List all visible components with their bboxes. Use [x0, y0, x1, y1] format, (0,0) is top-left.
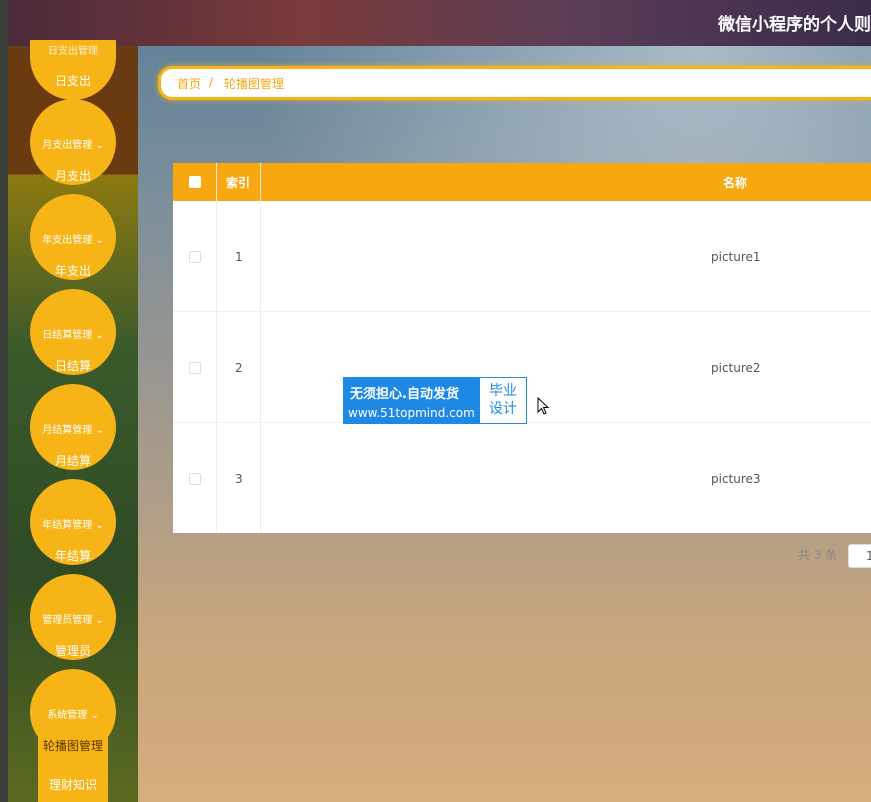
sidebar-child-nianjiesuan[interactable]: 年结算: [30, 547, 116, 564]
sidebar-parent-label: 管理员管理 ⌄: [42, 615, 104, 626]
ad-line1: 无须担心.自动发货: [350, 387, 459, 402]
header-index: 索引: [226, 176, 251, 190]
sidebar-child-knowledge[interactable]: 理财知识: [30, 776, 116, 793]
pagination-page-number: 1: [866, 549, 871, 563]
pagination-page[interactable]: 1: [848, 544, 871, 568]
breadcrumb: 首页 / 轮播图管理: [158, 66, 871, 100]
data-table: 索引 名称 1 picture1 2 picture2 3 picture3: [173, 163, 871, 533]
sidebar-parent-label: 月支出管理 ⌄: [42, 140, 104, 151]
row-checkbox[interactable]: [189, 362, 201, 374]
row-checkbox[interactable]: [189, 251, 201, 263]
sidebar-parent-label: 月结算管理 ⌄: [42, 425, 104, 436]
row-name: picture1: [711, 250, 761, 264]
header-name: 名称: [723, 176, 748, 190]
sidebar-parent-label: 日结算管理 ⌄: [42, 330, 104, 341]
table-row[interactable]: 3 picture3: [173, 423, 871, 533]
sidebar-child-admin[interactable]: 管理员: [30, 642, 116, 659]
select-all-checkbox[interactable]: [189, 176, 201, 188]
row-index: 3: [235, 472, 243, 486]
row-index: 1: [235, 250, 243, 264]
mouse-cursor-icon: [537, 397, 549, 415]
ad-line2: www.51topmind.com: [348, 406, 475, 420]
ad-badge: 毕业 设计: [480, 378, 526, 423]
sidebar-child-yuejiesuan[interactable]: 月结算: [30, 452, 116, 469]
sidebar-child-rijiesuan[interactable]: 日结算: [30, 357, 116, 374]
sidebar-child-nianzhichu[interactable]: 年支出: [30, 262, 116, 279]
sidebar-top-partial: 日支出管理: [48, 46, 98, 57]
breadcrumb-separator: /: [209, 75, 214, 89]
row-checkbox[interactable]: [189, 473, 201, 485]
pagination-total: 共 3 条: [798, 548, 838, 562]
ad-badge-line2: 设计: [489, 401, 517, 417]
table-row[interactable]: 1 picture1: [173, 201, 871, 312]
app-title: 微信小程序的个人则: [718, 15, 871, 35]
sidebar-parent-label: 年支出管理 ⌄: [42, 235, 104, 246]
ad-badge-line1: 毕业: [489, 383, 517, 399]
row-name: picture3: [711, 472, 761, 486]
chevron-down-icon: ⌄: [92, 520, 104, 531]
chevron-down-icon: ⌄: [92, 140, 104, 151]
sidebar-child-rizhichu[interactable]: 日支出: [30, 72, 116, 89]
chevron-down-icon: ⌄: [92, 425, 104, 436]
sidebar-parent-label: 年结算管理 ⌄: [42, 520, 104, 531]
sidebar-parent-label: 系统管理 ⌄: [47, 710, 99, 721]
chevron-down-icon: ⌄: [92, 235, 104, 246]
watermark-ad: 无须担心.自动发货 www.51topmind.com 毕业 设计: [343, 377, 527, 424]
chevron-down-icon: ⌄: [87, 710, 99, 721]
sidebar-child-yuezhichu[interactable]: 月支出: [30, 167, 116, 184]
chevron-down-icon: ⌄: [92, 615, 104, 626]
table-header: 索引 名称: [173, 163, 871, 201]
chevron-down-icon: ⌄: [92, 330, 104, 341]
row-index: 2: [235, 361, 243, 375]
row-name: picture2: [711, 361, 761, 375]
breadcrumb-current: 轮播图管理: [224, 77, 285, 91]
left-edge: [0, 0, 8, 802]
breadcrumb-home[interactable]: 首页: [177, 75, 201, 92]
top-header: 微信小程序的个人则: [0, 0, 871, 46]
sidebar-child-carousel[interactable]: 轮播图管理: [30, 737, 116, 754]
